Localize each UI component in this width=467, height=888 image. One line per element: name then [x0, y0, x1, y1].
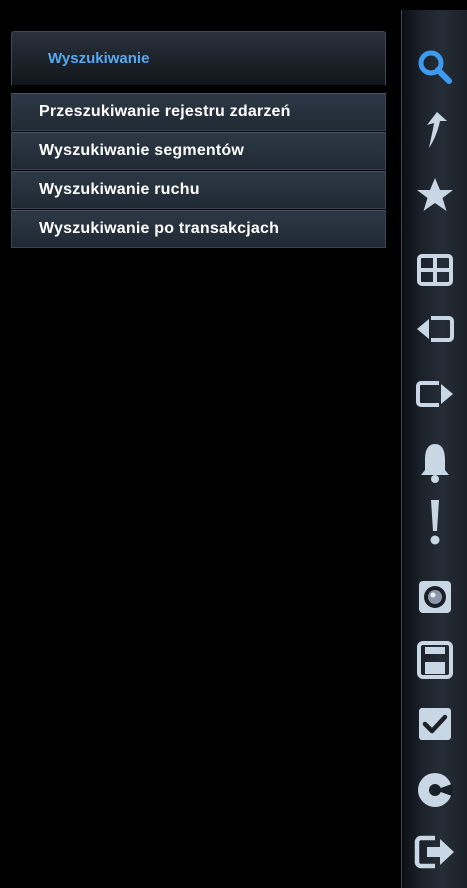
snapshot-button[interactable] [405, 575, 465, 619]
playback-button[interactable] [405, 108, 465, 152]
favorites-button[interactable] [405, 173, 465, 217]
search-menu-panel: Wyszukiwanie Przeszukiwanie rejestru zda… [11, 31, 386, 249]
menu-item-motion-search[interactable]: Wyszukiwanie ruchu [11, 171, 386, 209]
menu-item-transaction-search[interactable]: Wyszukiwanie po transakcjach [11, 210, 386, 248]
star-icon [417, 178, 453, 211]
menu-item-segment-search[interactable]: Wyszukiwanie segmentów [11, 132, 386, 170]
menu-item-event-log-search[interactable]: Przeszukiwanie rejestru zdarzeń [11, 93, 386, 131]
layout-button[interactable] [405, 248, 465, 292]
save-button[interactable] [405, 638, 465, 682]
confirm-button[interactable] [405, 702, 465, 746]
logout-button[interactable] [405, 830, 465, 874]
alarm-button[interactable] [405, 440, 465, 484]
search-button[interactable] [405, 45, 465, 89]
bell-icon [421, 444, 449, 483]
playback-arrow-icon [427, 112, 447, 148]
backup-button[interactable] [405, 768, 465, 812]
checkbox-icon [419, 708, 451, 740]
alert-exclamation-icon [430, 500, 440, 545]
grid-layout-icon [417, 254, 453, 286]
disc-backup-icon [418, 773, 454, 807]
search-menu-list: Przeszukiwanie rejestru zdarzeń Wyszukiw… [11, 93, 386, 248]
search-icon [418, 50, 452, 84]
search-menu-title: Wyszukiwanie [48, 50, 150, 67]
logout-icon [414, 835, 454, 869]
previous-page-icon [417, 316, 454, 342]
right-toolbar [401, 10, 467, 888]
next-page-button[interactable] [405, 372, 465, 416]
previous-page-button[interactable] [405, 307, 465, 351]
alert-button[interactable] [405, 500, 465, 545]
save-disk-icon [417, 641, 453, 679]
camera-snapshot-icon [419, 581, 451, 613]
next-page-icon [416, 381, 453, 407]
search-menu-header: Wyszukiwanie [11, 31, 386, 86]
